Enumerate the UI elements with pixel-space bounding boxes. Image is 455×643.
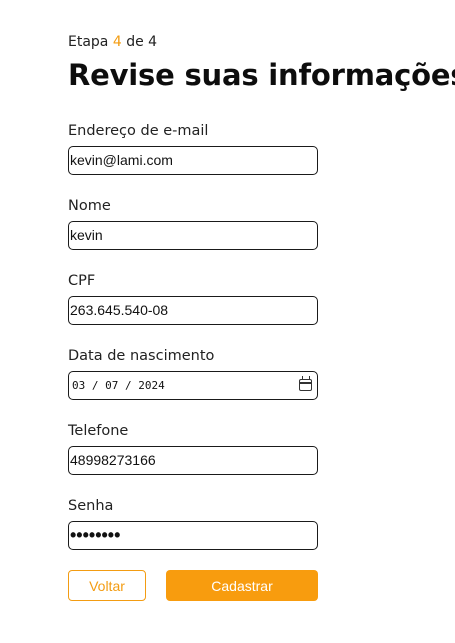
page-title: Revise suas informações: [68, 58, 455, 92]
name-input[interactable]: kevin: [68, 221, 318, 250]
phone-label: Telefone: [68, 423, 129, 439]
email-field-group: Endereço de e-mail kevin@lami.com: [68, 121, 318, 175]
name-label: Nome: [68, 198, 111, 214]
password-input[interactable]: ••••••••: [68, 521, 318, 550]
birthdate-value: 03 / 07 / 2024: [72, 379, 165, 392]
step-separator: de: [126, 34, 144, 50]
step-current: 4: [112, 34, 122, 50]
phone-input[interactable]: 48998273166: [68, 446, 318, 475]
name-field-group: Nome kevin: [68, 196, 318, 250]
back-button[interactable]: Voltar: [68, 570, 146, 601]
cpf-label: CPF: [68, 273, 96, 289]
email-input[interactable]: kevin@lami.com: [68, 146, 318, 175]
calendar-icon[interactable]: [299, 376, 312, 391]
step-total: 4: [148, 34, 158, 50]
password-label: Senha: [68, 498, 114, 514]
step-indicator: Etapa 4 de 4: [68, 34, 157, 50]
cpf-input[interactable]: 263.645.540-08: [68, 296, 318, 325]
birthdate-label: Data de nascimento: [68, 348, 215, 364]
email-label: Endereço de e-mail: [68, 123, 209, 139]
submit-button[interactable]: Cadastrar: [166, 570, 318, 601]
step-prefix: Etapa: [68, 34, 109, 50]
password-field-group: Senha ••••••••: [68, 496, 318, 550]
birthdate-field-group: Data de nascimento 03 / 07 / 2024: [68, 346, 318, 400]
phone-field-group: Telefone 48998273166: [68, 421, 318, 475]
birthdate-input[interactable]: 03 / 07 / 2024: [68, 371, 318, 400]
cpf-field-group: CPF 263.645.540-08: [68, 271, 318, 325]
